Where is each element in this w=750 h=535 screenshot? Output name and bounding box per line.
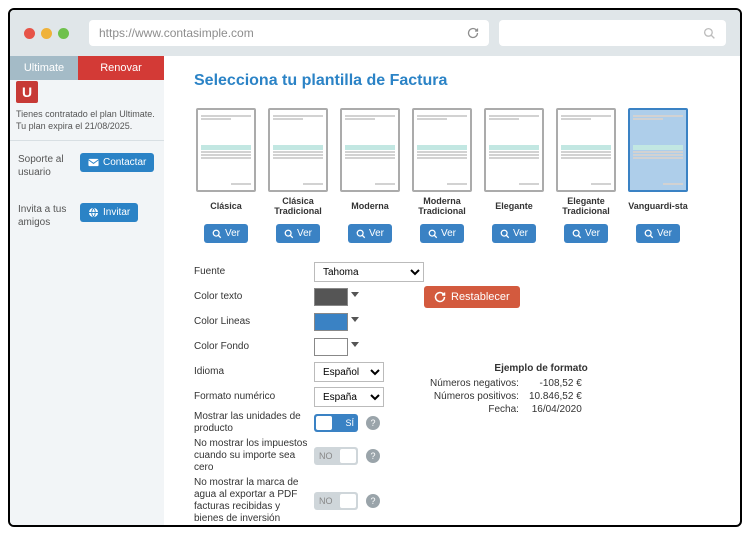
units-label: Mostrar las unidades de producto [194, 411, 314, 435]
template-name: Moderna [351, 196, 389, 218]
template-card[interactable] [556, 108, 616, 192]
neg-value: -108,52 € [525, 378, 586, 389]
reset-button[interactable]: Restablecer [424, 286, 520, 308]
template-name: Elegante [495, 196, 533, 218]
template-card[interactable] [628, 108, 688, 192]
plan-icon: U [16, 81, 38, 103]
help-icon[interactable]: ? [366, 416, 380, 430]
bg-color-swatch[interactable] [314, 338, 348, 356]
template-card[interactable] [268, 108, 328, 192]
main-panel: Selecciona tu plantilla de Factura Clási… [164, 56, 740, 525]
template-name: Moderna Tradicional [410, 196, 474, 218]
pos-label: Números positivos: [426, 391, 523, 402]
view-template-button[interactable]: Ver [348, 224, 392, 243]
support-label: Soporte al usuario [18, 153, 72, 179]
numfmt-label: Formato numérico [194, 391, 314, 403]
sidebar: Ultimate Renovar U Tienes contratado el … [10, 56, 164, 525]
refresh-icon[interactable] [467, 27, 479, 39]
template-name: Vanguardi-sta [628, 196, 688, 218]
close-icon[interactable] [24, 28, 35, 39]
neg-label: Números negativos: [426, 378, 523, 389]
numfmt-select[interactable]: España [314, 387, 384, 407]
invite-btn-label: Invitar [103, 207, 130, 218]
search-box[interactable] [499, 20, 726, 46]
globe-icon [88, 207, 99, 218]
view-template-button[interactable]: Ver [420, 224, 464, 243]
reset-label: Restablecer [451, 291, 510, 303]
text-color-label: Color texto [194, 291, 314, 303]
template-name: Clásica Tradicional [266, 196, 330, 218]
view-template-button[interactable]: Ver [492, 224, 536, 243]
help-icon[interactable]: ? [366, 449, 380, 463]
lang-select[interactable]: Español [314, 362, 384, 382]
pos-value: 10.846,52 € [525, 391, 586, 402]
view-template-button[interactable]: Ver [636, 224, 680, 243]
renew-button[interactable]: Renovar [78, 56, 164, 80]
example-title: Ejemplo de formato [424, 363, 588, 374]
contact-label: Contactar [103, 157, 146, 168]
invite-button[interactable]: Invitar [80, 203, 138, 222]
app-frame: https://www.contasimple.com Ultimate Ren… [8, 8, 742, 527]
hide-tax-label: No mostrar los impuestos cuando su impor… [194, 438, 314, 474]
line-color-label: Color Lineas [194, 316, 314, 328]
reset-icon [434, 291, 446, 303]
view-template-button[interactable]: Ver [204, 224, 248, 243]
template-card[interactable] [484, 108, 544, 192]
template-card[interactable] [412, 108, 472, 192]
template-list: Clásica Ver Clásica Tradicional Ver Moderna V… [194, 108, 720, 243]
watermark-toggle[interactable]: NO [314, 492, 358, 510]
view-template-button[interactable]: Ver [276, 224, 320, 243]
template-name: Clásica [210, 196, 242, 218]
view-template-button[interactable]: Ver [564, 224, 608, 243]
font-select[interactable]: Tahoma [314, 262, 424, 282]
url-text: https://www.contasimple.com [99, 26, 254, 40]
watermark-label: No mostrar la marca de agua al exportar … [194, 477, 314, 525]
text-color-swatch[interactable] [314, 288, 348, 306]
url-bar[interactable]: https://www.contasimple.com [89, 20, 489, 46]
help-icon[interactable]: ? [366, 494, 380, 508]
font-label: Fuente [194, 266, 314, 278]
template-name: Elegante Tradicional [554, 196, 618, 218]
plan-description: Tienes contratado el plan Ultimate. Tu p… [10, 105, 164, 141]
maximize-icon[interactable] [58, 28, 69, 39]
contact-button[interactable]: Contactar [80, 153, 154, 172]
line-color-swatch[interactable] [314, 313, 348, 331]
template-card[interactable] [196, 108, 256, 192]
template-card[interactable] [340, 108, 400, 192]
hide-tax-toggle[interactable]: NO [314, 447, 358, 465]
invite-label: Invita a tus amigos [18, 203, 72, 229]
lang-label: Idioma [194, 366, 314, 378]
app-body: Ultimate Renovar U Tienes contratado el … [10, 56, 740, 525]
window-controls [24, 28, 69, 39]
mail-icon [88, 158, 99, 167]
page-title: Selecciona tu plantilla de Factura [194, 72, 720, 90]
bg-color-label: Color Fondo [194, 341, 314, 353]
browser-chrome: https://www.contasimple.com [10, 10, 740, 56]
units-toggle[interactable]: SÍ [314, 414, 358, 432]
date-value: 16/04/2020 [525, 404, 586, 415]
settings-section: Fuente Tahoma Color texto Color Lineas [194, 261, 720, 525]
plan-badge: Ultimate [10, 56, 78, 80]
minimize-icon[interactable] [41, 28, 52, 39]
format-example: Ejemplo de formato Números negativos:-10… [424, 363, 588, 417]
search-icon [703, 27, 716, 40]
date-label: Fecha: [426, 404, 523, 415]
